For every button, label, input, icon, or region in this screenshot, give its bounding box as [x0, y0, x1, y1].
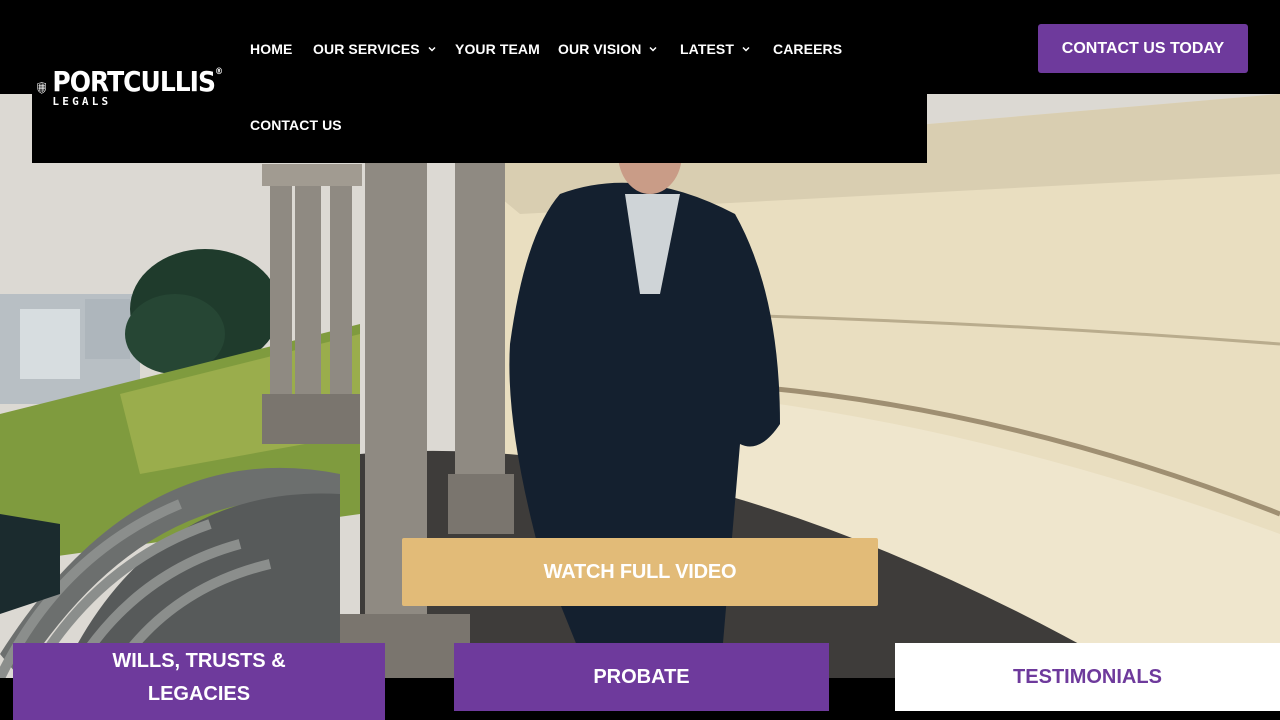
nav-item-label: HOME: [250, 41, 293, 57]
logo-wordmark: PORTCULLIS® LEGALS: [52, 66, 223, 107]
chevron-down-icon: [649, 45, 657, 53]
nav-item-label: OUR SERVICES: [313, 41, 420, 57]
nav-item-our-vision[interactable]: OUR VISION: [558, 41, 657, 57]
nav-item-label: YOUR TEAM: [455, 41, 540, 57]
chevron-down-icon: [742, 45, 750, 53]
portcullis-shield-icon: [37, 82, 47, 94]
nav-item-label: CAREERS: [773, 41, 843, 57]
brand-name: PORTCULLIS: [52, 65, 216, 98]
tab-label-line1: WILLS, TRUSTS &: [112, 650, 286, 672]
registered-mark: ®: [215, 66, 223, 77]
nav-item-careers[interactable]: CAREERS: [773, 41, 842, 57]
nav-item-label: OUR VISION: [558, 41, 642, 57]
nav-item-our-services[interactable]: OUR SERVICES: [313, 41, 436, 57]
nav-item-label: CONTACT US: [250, 117, 342, 133]
tab-testimonials[interactable]: TESTIMONIALS: [895, 643, 1280, 711]
nav-item-your-team[interactable]: YOUR TEAM: [455, 41, 540, 57]
tab-probate[interactable]: PROBATE: [454, 643, 829, 711]
chevron-down-icon: [428, 45, 436, 53]
tab-wills-trusts-legacies[interactable]: WILLS, TRUSTS & LEGACIES: [13, 643, 385, 720]
site-logo[interactable]: PORTCULLIS® LEGALS: [37, 62, 223, 114]
tab-label: TESTIMONIALS: [1013, 665, 1162, 688]
nav-item-contact-us[interactable]: CONTACT US: [250, 117, 342, 133]
contact-us-today-button[interactable]: CONTACT US TODAY: [1038, 24, 1248, 73]
tab-label: PROBATE: [593, 665, 690, 688]
watch-full-video-button[interactable]: WATCH FULL VIDEO: [402, 538, 878, 606]
tab-label-line2: LEGACIES: [147, 683, 251, 705]
nav-item-label: LATEST: [680, 41, 735, 57]
nav-item-latest[interactable]: LATEST: [680, 41, 750, 57]
nav-item-home[interactable]: HOME: [250, 41, 292, 57]
